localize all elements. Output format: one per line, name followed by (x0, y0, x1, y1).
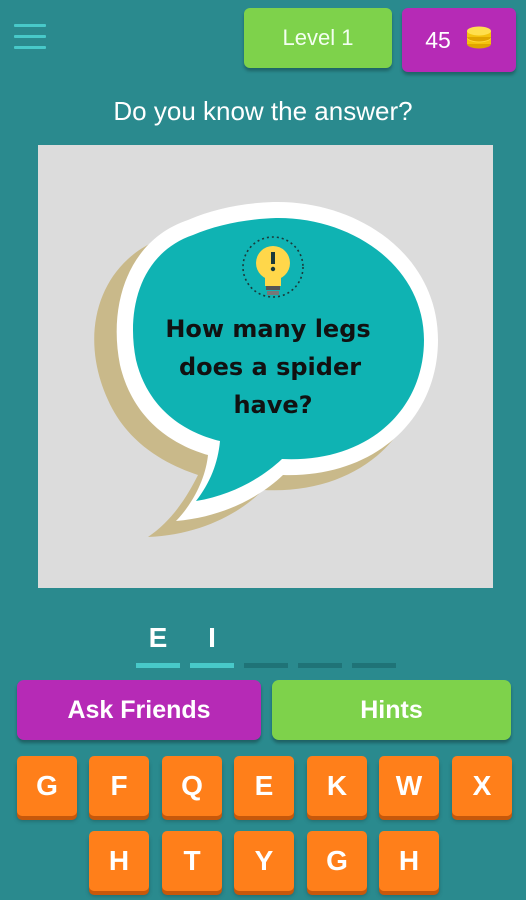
menu-icon[interactable] (14, 24, 46, 54)
answer-slot[interactable]: E (136, 620, 180, 668)
question-prompt: Do you know the answer? (113, 96, 413, 126)
letter-key[interactable]: Q (162, 756, 222, 816)
answer-underline (298, 663, 342, 668)
letter-key[interactable]: H (379, 831, 439, 891)
letter-key[interactable]: H (89, 831, 149, 891)
coin-stack-icon (465, 24, 493, 56)
answer-underline (190, 663, 234, 668)
letter-key[interactable]: X (452, 756, 512, 816)
letter-key[interactable]: G (307, 831, 367, 891)
question-line-1: How many legs (165, 315, 370, 343)
answer-letter (352, 620, 396, 656)
answer-slot[interactable] (244, 620, 288, 668)
answer-underline (352, 663, 396, 668)
answer-slot[interactable]: I (190, 620, 234, 668)
letter-key[interactable]: W (379, 756, 439, 816)
answer-letter: I (208, 622, 216, 653)
letter-key[interactable]: F (89, 756, 149, 816)
hints-button[interactable]: Hints (272, 680, 511, 740)
question-line-2: does a spider (179, 353, 361, 381)
ask-friends-button[interactable]: Ask Friends (17, 680, 261, 740)
answer-slot[interactable] (298, 620, 342, 668)
letter-key[interactable]: Y (234, 831, 294, 891)
level-badge: Level 1 (244, 8, 392, 68)
answer-letter (244, 620, 288, 656)
answer-underline (136, 663, 180, 668)
level-label: Level 1 (282, 25, 354, 50)
coins-badge[interactable]: 45 (402, 8, 516, 72)
answer-letter (298, 620, 342, 656)
letter-key[interactable]: E (234, 756, 294, 816)
coin-count: 45 (425, 26, 451, 53)
letter-key[interactable]: T (162, 831, 222, 891)
question-image: How many legs does a spider have? (38, 145, 493, 588)
answer-underline (244, 663, 288, 668)
letter-key[interactable]: G (17, 756, 77, 816)
question-line-3: have? (233, 391, 312, 419)
answer-slot[interactable] (352, 620, 396, 668)
answer-letter: E (148, 622, 168, 653)
letter-key[interactable]: K (307, 756, 367, 816)
